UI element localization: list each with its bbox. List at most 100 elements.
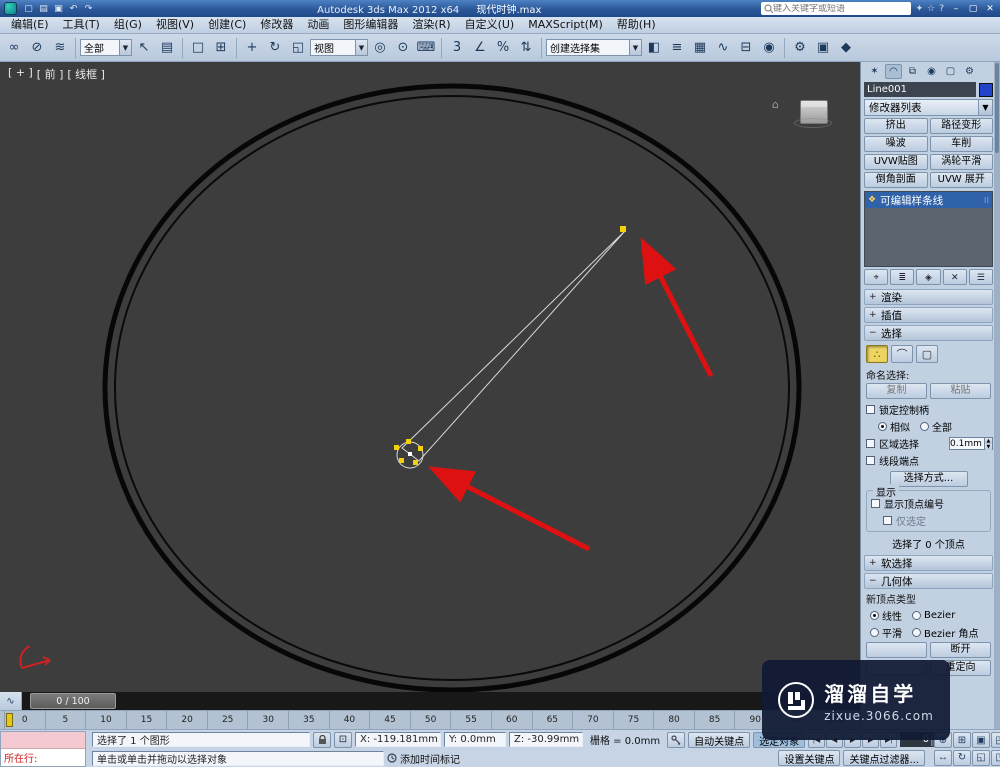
select-move-icon[interactable]: + [241, 37, 263, 59]
select-object-icon[interactable]: ↖ [133, 37, 155, 59]
selected-only-checkbox[interactable] [883, 516, 892, 525]
menu-create[interactable]: 创建(C) [201, 17, 253, 33]
render-setup-icon[interactable]: ⚙ [789, 37, 811, 59]
vertex-subobject-icon[interactable]: ∴ [866, 345, 888, 363]
named-selection-sets-combo[interactable]: 创建选择集 ▼ [546, 39, 642, 56]
app-logo-icon[interactable] [4, 2, 17, 15]
paste-button[interactable]: 粘贴 [930, 383, 991, 399]
modifier-button-turbosmooth[interactable]: 涡轮平滑 [929, 154, 993, 170]
search-input[interactable] [772, 3, 908, 14]
hierarchy-tab-icon[interactable]: ⧉ [904, 64, 921, 79]
smooth-radio[interactable] [870, 628, 879, 637]
select-and-link-icon[interactable]: ∞ [3, 37, 25, 59]
menu-animation[interactable]: 动画 [300, 17, 336, 33]
break-button[interactable]: 断开 [930, 642, 991, 658]
rollout-selection[interactable]: − 选择 [864, 325, 993, 341]
time-slider-bar[interactable]: 0 / 100 [22, 692, 860, 710]
object-color-swatch[interactable] [979, 82, 993, 97]
smooth-radio-option[interactable]: 平滑 [870, 625, 902, 640]
time-slider-handle[interactable]: 0 / 100 [30, 693, 116, 709]
panel-scrollbar[interactable] [994, 62, 1000, 729]
schematic-view-icon[interactable]: ⊟ [735, 37, 757, 59]
segment-end-checkbox[interactable] [866, 456, 875, 465]
spinner-snap-icon[interactable]: ⇅ [515, 37, 537, 59]
save-file-icon[interactable]: ▣ [52, 4, 65, 14]
area-threshold-field[interactable]: 0.1mm ▲ ▼ [949, 437, 993, 450]
show-vertex-numbers-checkbox[interactable] [871, 499, 880, 508]
set-keys-button[interactable] [667, 731, 686, 748]
modifier-list-dropdown[interactable]: 修改器列表 ▼ [864, 99, 993, 116]
zoom-region-icon[interactable]: ◰ [991, 732, 1000, 748]
modifier-stack[interactable]: ❖ 可编辑样条线 ⁝⁝ [864, 191, 993, 267]
listener-pane[interactable]: 所在行: [1, 749, 85, 766]
create-line-button[interactable] [866, 642, 927, 658]
window-crossing-icon[interactable]: ⊞ [210, 37, 232, 59]
key-filters-button[interactable]: 关键点过滤器... [843, 750, 925, 766]
mini-curve-editor-button[interactable]: ∿ [0, 692, 22, 710]
selected-only-row[interactable]: 仅选定 [883, 513, 988, 528]
modifier-button-uvw-map[interactable]: UVW贴图 [864, 154, 928, 170]
bezier-radio-option[interactable]: Bezier [912, 610, 955, 621]
menu-views[interactable]: 视图(V) [149, 17, 201, 33]
all-radio[interactable] [920, 422, 929, 431]
viewport-canvas[interactable] [0, 62, 860, 692]
modifier-button-lathe[interactable]: 车削 [929, 136, 993, 152]
viewport-menu-button[interactable]: [ + ] [8, 66, 33, 82]
menu-maxscript[interactable]: MAXScript(M) [521, 17, 610, 33]
mirror-icon[interactable]: ◧ [643, 37, 665, 59]
use-pivot-center-icon[interactable]: ◎ [369, 37, 391, 59]
maximize-icon[interactable]: ▢ [967, 4, 979, 14]
menu-edit[interactable]: 编辑(E) [4, 17, 56, 33]
menu-rendering[interactable]: 渲染(R) [405, 17, 457, 33]
percent-snap-icon[interactable]: % [492, 37, 514, 59]
modifier-button-path-deform[interactable]: 路径变形 [929, 118, 993, 134]
alike-radio-option[interactable]: 相似 [878, 419, 910, 434]
all-radio-option[interactable]: 全部 [920, 419, 952, 434]
menu-help[interactable]: 帮助(H) [610, 17, 663, 33]
alike-radio[interactable] [878, 422, 887, 431]
linear-radio-option[interactable]: 线性 [870, 608, 902, 623]
select-by-button[interactable]: 选择方式... [889, 471, 968, 487]
remove-modifier-icon[interactable]: ✕ [942, 269, 967, 285]
segment-subobject-icon[interactable]: ⌒ [891, 345, 913, 363]
viewport-shading-button[interactable]: [ 线框 ] [67, 66, 105, 82]
bind-to-space-warp-icon[interactable]: ≋ [49, 37, 71, 59]
curve-editor-icon[interactable]: ∿ [712, 37, 734, 59]
create-tab-icon[interactable]: ✶ [866, 64, 883, 79]
make-unique-icon[interactable]: ◈ [916, 269, 941, 285]
display-tab-icon[interactable]: ▢ [942, 64, 959, 79]
show-end-result-icon[interactable]: ≣ [890, 269, 915, 285]
menu-customize[interactable]: 自定义(U) [458, 17, 522, 33]
rollout-soft-selection[interactable]: + 软选择 [864, 555, 993, 571]
snaps-toggle-icon[interactable]: 3 [446, 37, 468, 59]
lock-handles-row[interactable]: 锁定控制柄 [866, 402, 993, 417]
set-key-button[interactable]: 设置关键点 [778, 750, 841, 766]
timeline-ruler[interactable]: 0510152025303540455055606570758085909510… [0, 710, 860, 729]
motion-tab-icon[interactable]: ◉ [923, 64, 940, 79]
modifier-button-bevel-profile[interactable]: 倒角剖面 [864, 172, 928, 188]
front-viewport[interactable]: [ + ] [ 前 ] [ 线框 ] ⌂ [0, 62, 860, 692]
rollout-rendering[interactable]: + 渲染 [864, 289, 993, 305]
menu-graph-editors[interactable]: 图形编辑器 [336, 17, 405, 33]
angle-snap-icon[interactable]: ∠ [469, 37, 491, 59]
layer-manager-icon[interactable]: ▦ [689, 37, 711, 59]
modifier-button-noise[interactable]: 噪波 [864, 136, 928, 152]
stack-item-editable-spline[interactable]: ❖ 可编辑样条线 ⁝⁝ [865, 192, 992, 208]
help-icon[interactable]: ? [939, 4, 944, 14]
x-coordinate-field[interactable]: X: -119.181mm [355, 732, 441, 747]
spinner-arrows-icon[interactable]: ▲▼ [983, 437, 992, 450]
bezier-corner-radio[interactable] [912, 628, 921, 637]
field-of-view-icon[interactable]: ◱ [972, 749, 990, 766]
select-manipulate-icon[interactable]: ⊙ [392, 37, 414, 59]
object-name-field[interactable]: Line001 [864, 82, 976, 97]
add-time-tag[interactable]: 添加时间标记 [400, 751, 460, 766]
modify-tab-icon[interactable]: ◠ [885, 64, 902, 79]
zoom-extents-icon[interactable]: ▣ [972, 732, 990, 748]
select-scale-icon[interactable]: ◱ [287, 37, 309, 59]
align-icon[interactable]: ≡ [666, 37, 688, 59]
new-file-icon[interactable]: ▢ [22, 4, 35, 14]
rectangular-region-icon[interactable]: □ [187, 37, 209, 59]
viewcube-home-icon[interactable]: ⌂ [772, 98, 779, 111]
sign-in-icon[interactable]: ✦ [916, 4, 924, 14]
undo-icon[interactable]: ↶ [67, 4, 80, 14]
